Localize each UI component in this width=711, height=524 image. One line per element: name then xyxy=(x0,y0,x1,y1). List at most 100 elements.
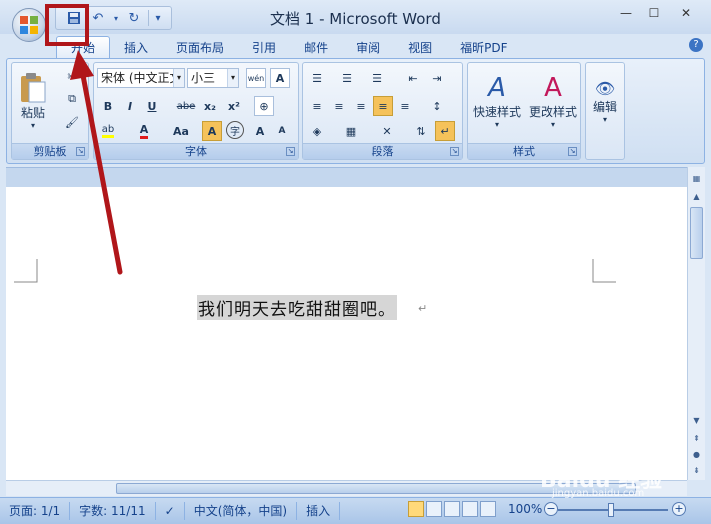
print-layout-view-icon[interactable] xyxy=(408,501,424,517)
paste-button[interactable]: 粘贴 ▾ xyxy=(16,66,50,136)
align-left-icon[interactable]: ≡ xyxy=(307,96,327,116)
crop-mark-top-left xyxy=(14,259,38,283)
tab-view[interactable]: 视图 xyxy=(394,36,446,58)
italic-button[interactable]: I xyxy=(120,96,140,116)
phonetic-guide-button[interactable]: wén xyxy=(246,68,266,88)
numbering-icon[interactable]: ☰ xyxy=(337,68,357,88)
format-painter-icon[interactable]: 🖌 xyxy=(62,112,82,132)
qat-separator xyxy=(148,10,149,26)
shrink-font-button[interactable]: A xyxy=(272,121,292,141)
clipboard-launcher-icon[interactable]: ↘ xyxy=(76,147,85,156)
quick-styles-button[interactable]: A 快速样式 ▾ xyxy=(470,66,524,136)
change-styles-button[interactable]: A 更改样式 ▾ xyxy=(526,66,580,136)
chinese-layout-icon[interactable]: ✕ xyxy=(377,121,397,141)
title-bar: ↶ ▾ ↻ ▾ 文档 1 - Microsoft Word — ☐ ✕ xyxy=(0,0,711,42)
clipboard-group: 粘贴 ▾ ✂ ⧉ 🖌 剪贴板 ↘ xyxy=(11,62,89,160)
align-right-icon[interactable]: ≡ xyxy=(351,96,371,116)
grow-font-button[interactable]: A xyxy=(250,121,270,141)
save-highlight-box xyxy=(45,4,89,46)
zoom-out-icon[interactable]: − xyxy=(544,502,558,516)
bold-button[interactable]: B xyxy=(98,96,118,116)
undo-icon[interactable]: ↶ xyxy=(88,8,108,28)
strikethrough-button[interactable]: abe xyxy=(176,96,196,116)
tab-references[interactable]: 引用 xyxy=(238,36,290,58)
editing-button[interactable]: 👁 编辑 ▾ xyxy=(588,66,622,136)
zoom-in-icon[interactable]: + xyxy=(672,502,686,516)
crop-mark-top-right xyxy=(592,259,616,283)
clear-format-button[interactable]: A xyxy=(270,68,290,88)
zoom-slider-knob[interactable] xyxy=(608,503,614,517)
maximize-button[interactable]: ☐ xyxy=(642,4,666,22)
close-button[interactable]: ✕ xyxy=(674,4,698,22)
styles-launcher-icon[interactable]: ↘ xyxy=(568,147,577,156)
vertical-scrollbar[interactable]: ▦ ▲ ▼ ⇞ ● ⇟ xyxy=(687,167,705,480)
change-styles-label: 更改样式 xyxy=(528,105,577,119)
highlight-icon[interactable]: ab xyxy=(98,121,118,141)
character-shading-button[interactable]: A xyxy=(202,121,222,141)
font-color-icon[interactable]: A xyxy=(134,121,154,141)
justify-icon[interactable]: ≡ xyxy=(373,96,393,116)
paragraph-mark: ↵ xyxy=(418,302,428,315)
insert-mode[interactable]: 插入 xyxy=(297,502,341,520)
font-group-label: 字体 xyxy=(94,143,298,159)
tab-mailings[interactable]: 邮件 xyxy=(290,36,342,58)
ribbon: 粘贴 ▾ ✂ ⧉ 🖌 剪贴板 ↘ 宋体 (中文正文 ▾ 小三 ▾ wén A B… xyxy=(6,58,705,164)
tab-foxit-pdf[interactable]: 福昕PDF xyxy=(446,36,521,58)
previous-page-icon[interactable]: ⇞ xyxy=(689,431,704,446)
customize-qat-button[interactable]: ▾ xyxy=(153,8,163,28)
font-launcher-icon[interactable]: ↘ xyxy=(286,147,295,156)
distributed-icon[interactable]: ≡ xyxy=(395,96,415,116)
language-indicator[interactable]: 中文(简体，中国) xyxy=(185,502,298,520)
borders-icon[interactable]: ▦ xyxy=(341,121,361,141)
subscript-button[interactable]: x₂ xyxy=(200,96,220,116)
ruler-toggle-icon[interactable]: ▦ xyxy=(689,171,704,186)
shading-icon[interactable]: ◈ xyxy=(307,121,327,141)
browse-object-icon[interactable]: ● xyxy=(689,447,704,462)
change-styles-icon: A xyxy=(544,73,562,103)
vertical-scroll-thumb[interactable] xyxy=(690,207,703,259)
change-case-button[interactable]: Aa xyxy=(168,121,194,141)
draft-view-icon[interactable] xyxy=(480,501,496,517)
full-screen-view-icon[interactable] xyxy=(426,501,442,517)
word-count[interactable]: 字数: 11/11 xyxy=(70,502,156,520)
show-marks-icon[interactable]: ↵ xyxy=(435,121,455,141)
redo-icon[interactable]: ↻ xyxy=(124,8,144,28)
enclose-button[interactable]: 字 xyxy=(226,121,244,139)
document-text[interactable]: 我们明天去吃甜甜圈吧。 xyxy=(197,295,397,320)
scroll-up-icon[interactable]: ▲ xyxy=(689,189,704,204)
underline-button[interactable]: U xyxy=(142,96,162,116)
cut-icon[interactable]: ✂ xyxy=(62,66,82,86)
superscript-button[interactable]: x² xyxy=(224,96,244,116)
editing-group: 👁 编辑 ▾ xyxy=(585,62,625,160)
page-count[interactable]: 页面: 1/1 xyxy=(0,502,71,520)
proofing-icon[interactable]: ✓ xyxy=(156,502,185,520)
bullets-icon[interactable]: ☰ xyxy=(307,68,327,88)
scroll-down-icon[interactable]: ▼ xyxy=(689,413,704,428)
paste-label: 粘贴 xyxy=(20,106,45,120)
outline-view-icon[interactable] xyxy=(462,501,478,517)
increase-indent-icon[interactable]: ⇥ xyxy=(427,68,447,88)
chevron-down-icon: ▾ xyxy=(227,69,238,87)
align-center-icon[interactable]: ≡ xyxy=(329,96,349,116)
paragraph-launcher-icon[interactable]: ↘ xyxy=(450,147,459,156)
font-size-dropdown[interactable]: 小三 ▾ xyxy=(187,68,239,88)
web-layout-view-icon[interactable] xyxy=(444,501,460,517)
decrease-indent-icon[interactable]: ⇤ xyxy=(403,68,423,88)
multilevel-list-icon[interactable]: ☰ xyxy=(367,68,387,88)
undo-dropdown-icon[interactable]: ▾ xyxy=(112,8,120,28)
font-name-dropdown[interactable]: 宋体 (中文正文 ▾ xyxy=(97,68,185,88)
document-page[interactable]: 我们明天去吃甜甜圈吧。 ↵ xyxy=(6,187,687,480)
styles-group: A 快速样式 ▾ A 更改样式 ▾ 样式 ↘ xyxy=(467,62,581,160)
office-button[interactable] xyxy=(12,8,46,42)
tab-insert[interactable]: 插入 xyxy=(110,36,162,58)
enclose-character-button[interactable]: ⊕ xyxy=(254,96,274,116)
help-icon[interactable]: ? xyxy=(689,38,703,52)
next-page-icon[interactable]: ⇟ xyxy=(689,463,704,478)
line-spacing-icon[interactable]: ↕ xyxy=(427,96,447,116)
tab-page-layout[interactable]: 页面布局 xyxy=(162,36,238,58)
zoom-level[interactable]: 100% xyxy=(508,502,542,516)
minimize-button[interactable]: — xyxy=(614,4,638,22)
tab-review[interactable]: 审阅 xyxy=(342,36,394,58)
copy-icon[interactable]: ⧉ xyxy=(62,89,82,109)
sort-icon[interactable]: ⇅ xyxy=(411,121,431,141)
